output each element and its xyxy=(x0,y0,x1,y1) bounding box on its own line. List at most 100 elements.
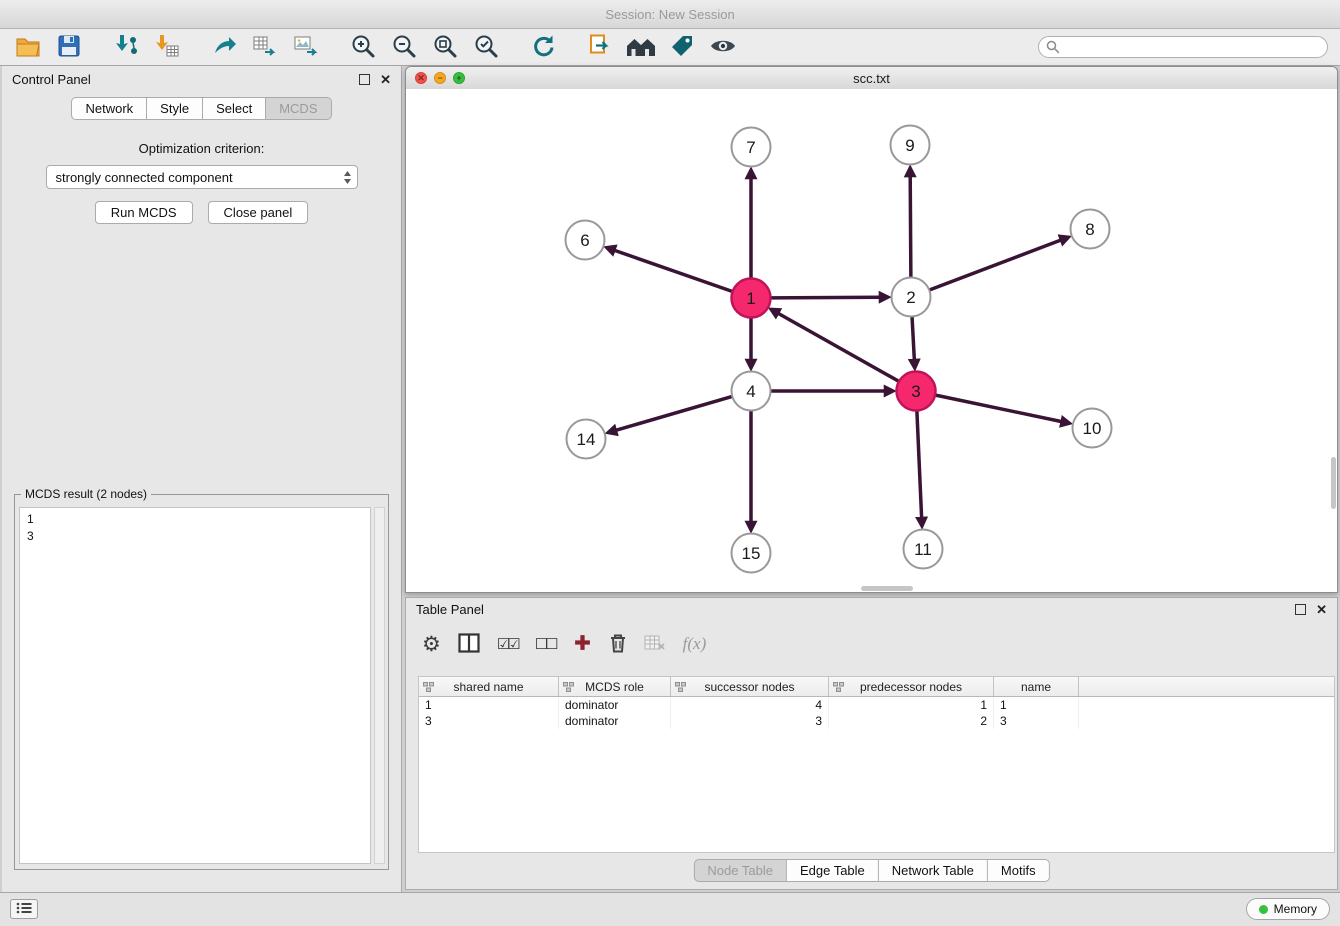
graph-edge-2-3[interactable] xyxy=(912,317,914,360)
task-history-button[interactable] xyxy=(10,899,38,919)
memory-button[interactable]: Memory xyxy=(1246,898,1330,920)
home-view-button[interactable] xyxy=(625,31,657,63)
control-panel-window-icons: ✕ xyxy=(359,73,391,86)
column-header-predecessor-nodes[interactable]: predecessor nodes xyxy=(829,677,994,696)
annotation-tag-icon xyxy=(669,33,695,62)
tab-network[interactable]: Network xyxy=(71,97,147,120)
import-network-icon xyxy=(113,33,139,62)
memory-status-dot xyxy=(1259,905,1268,914)
open-session-button[interactable] xyxy=(12,31,44,63)
graph-edge-3-1[interactable] xyxy=(778,313,899,381)
svg-text:1: 1 xyxy=(746,289,755,308)
zoom-in-button[interactable] xyxy=(347,31,379,63)
table-settings-button[interactable]: ⚙ xyxy=(422,634,441,655)
column-type-icon xyxy=(423,681,434,695)
graph-node-3[interactable]: 3 xyxy=(897,372,936,411)
graph-edge-1-6[interactable] xyxy=(614,250,732,291)
run-mcds-button[interactable]: Run MCDS xyxy=(95,201,193,224)
export-network-button[interactable] xyxy=(208,31,240,63)
delete-column-button[interactable] xyxy=(609,633,627,656)
vertical-scrollbar[interactable] xyxy=(1331,457,1336,509)
float-table-panel-icon[interactable] xyxy=(1295,604,1306,615)
delete-table-button[interactable] xyxy=(644,635,666,654)
search-input[interactable] xyxy=(1038,36,1328,58)
annotation-button[interactable] xyxy=(666,31,698,63)
cell-mcds-role: dominator xyxy=(559,697,671,713)
graph-node-9[interactable]: 9 xyxy=(891,126,930,165)
trash-icon xyxy=(609,633,627,656)
export-table-button[interactable] xyxy=(249,31,281,63)
close-panel-button[interactable]: Close panel xyxy=(208,201,309,224)
tab-style[interactable]: Style xyxy=(147,97,203,120)
column-header-mcds-role[interactable]: MCDS role xyxy=(559,677,671,696)
graph-node-14[interactable]: 14 xyxy=(567,420,606,459)
minimize-window-icon[interactable]: − xyxy=(434,72,446,84)
graph-node-7[interactable]: 7 xyxy=(732,128,771,167)
show-details-button[interactable] xyxy=(707,31,739,63)
tab-edge-table[interactable]: Edge Table xyxy=(787,859,879,882)
cell-mcds-role: dominator xyxy=(559,713,671,729)
zoom-out-button[interactable] xyxy=(388,31,420,63)
tab-network-table[interactable]: Network Table xyxy=(879,859,988,882)
export-image-button[interactable] xyxy=(290,31,322,63)
horizontal-scrollbar[interactable] xyxy=(861,586,913,591)
column-header-name[interactable]: name xyxy=(994,677,1079,696)
tab-select[interactable]: Select xyxy=(203,97,266,120)
select-arrows-icon xyxy=(343,170,352,188)
export-network-icon xyxy=(211,33,237,62)
tab-node-table[interactable]: Node Table xyxy=(693,859,787,882)
graph-node-11[interactable]: 11 xyxy=(904,530,943,569)
close-table-panel-icon[interactable]: ✕ xyxy=(1316,603,1327,616)
criterion-select[interactable]: strongly connected component xyxy=(46,165,358,189)
network-window-titlebar[interactable]: ✕ − + scc.txt xyxy=(406,67,1337,90)
result-scrollbar[interactable] xyxy=(374,507,385,864)
import-network-button[interactable] xyxy=(110,31,142,63)
tab-mcds[interactable]: MCDS xyxy=(266,97,331,120)
cell-successor-nodes: 3 xyxy=(671,713,829,729)
graph-edge-4-14[interactable] xyxy=(616,397,732,431)
zoom-in-icon xyxy=(350,33,376,62)
graph-edge-1-2[interactable] xyxy=(771,297,880,298)
table-row[interactable]: 1 dominator 4 1 1 xyxy=(419,697,1334,713)
network-graph[interactable]: 7 9 6 8 1 2 4 3 14 10 15 11 xyxy=(406,89,1337,592)
table-row[interactable]: 3 dominator 3 2 3 xyxy=(419,713,1334,729)
function-builder-button[interactable]: f(x) xyxy=(683,634,707,654)
zoom-fit-button[interactable] xyxy=(429,31,461,63)
open-folder-icon xyxy=(15,34,41,61)
tab-motifs[interactable]: Motifs xyxy=(988,859,1050,882)
show-columns-button[interactable] xyxy=(458,633,480,656)
add-column-button[interactable] xyxy=(573,633,592,655)
graph-edge-3-10[interactable] xyxy=(936,395,1062,422)
cell-shared-name: 1 xyxy=(419,697,559,713)
deselect-all-button[interactable]: ☐☐ xyxy=(535,635,556,653)
save-icon xyxy=(57,34,81,61)
column-header-shared-name[interactable]: shared name xyxy=(419,677,559,696)
export-image-icon xyxy=(293,33,319,62)
save-session-button[interactable] xyxy=(53,31,85,63)
graph-node-1[interactable]: 1 xyxy=(732,279,771,318)
graph-edge-2-9[interactable] xyxy=(910,176,911,277)
close-panel-icon[interactable]: ✕ xyxy=(380,73,391,86)
network-canvas[interactable]: 7 9 6 8 1 2 4 3 14 10 15 11 xyxy=(406,89,1337,592)
graph-node-10[interactable]: 10 xyxy=(1073,409,1112,448)
graph-node-8[interactable]: 8 xyxy=(1071,210,1110,249)
maximize-window-icon[interactable]: + xyxy=(453,72,465,84)
graph-node-15[interactable]: 15 xyxy=(732,534,771,573)
select-all-button[interactable]: ☑☑ xyxy=(497,635,518,653)
refresh-view-button[interactable] xyxy=(527,31,559,63)
graph-edge-2-8[interactable] xyxy=(930,240,1061,290)
graph-edge-3-11[interactable] xyxy=(917,411,922,518)
close-window-icon[interactable]: ✕ xyxy=(415,72,427,84)
copy-network-button[interactable] xyxy=(584,31,616,63)
graph-node-2[interactable]: 2 xyxy=(892,278,931,317)
column-header-successor-nodes[interactable]: successor nodes xyxy=(671,677,829,696)
deselect-all-icon: ☐☐ xyxy=(535,635,556,653)
cell-filler xyxy=(1079,713,1334,729)
graph-node-6[interactable]: 6 xyxy=(566,221,605,260)
import-table-button[interactable] xyxy=(151,31,183,63)
node-table: shared name MCDS role successor nodes pr… xyxy=(418,676,1335,853)
zoom-selected-button[interactable] xyxy=(470,31,502,63)
mcds-result-text[interactable]: 1 3 xyxy=(19,507,371,864)
float-panel-icon[interactable] xyxy=(359,74,370,85)
graph-node-4[interactable]: 4 xyxy=(732,372,771,411)
